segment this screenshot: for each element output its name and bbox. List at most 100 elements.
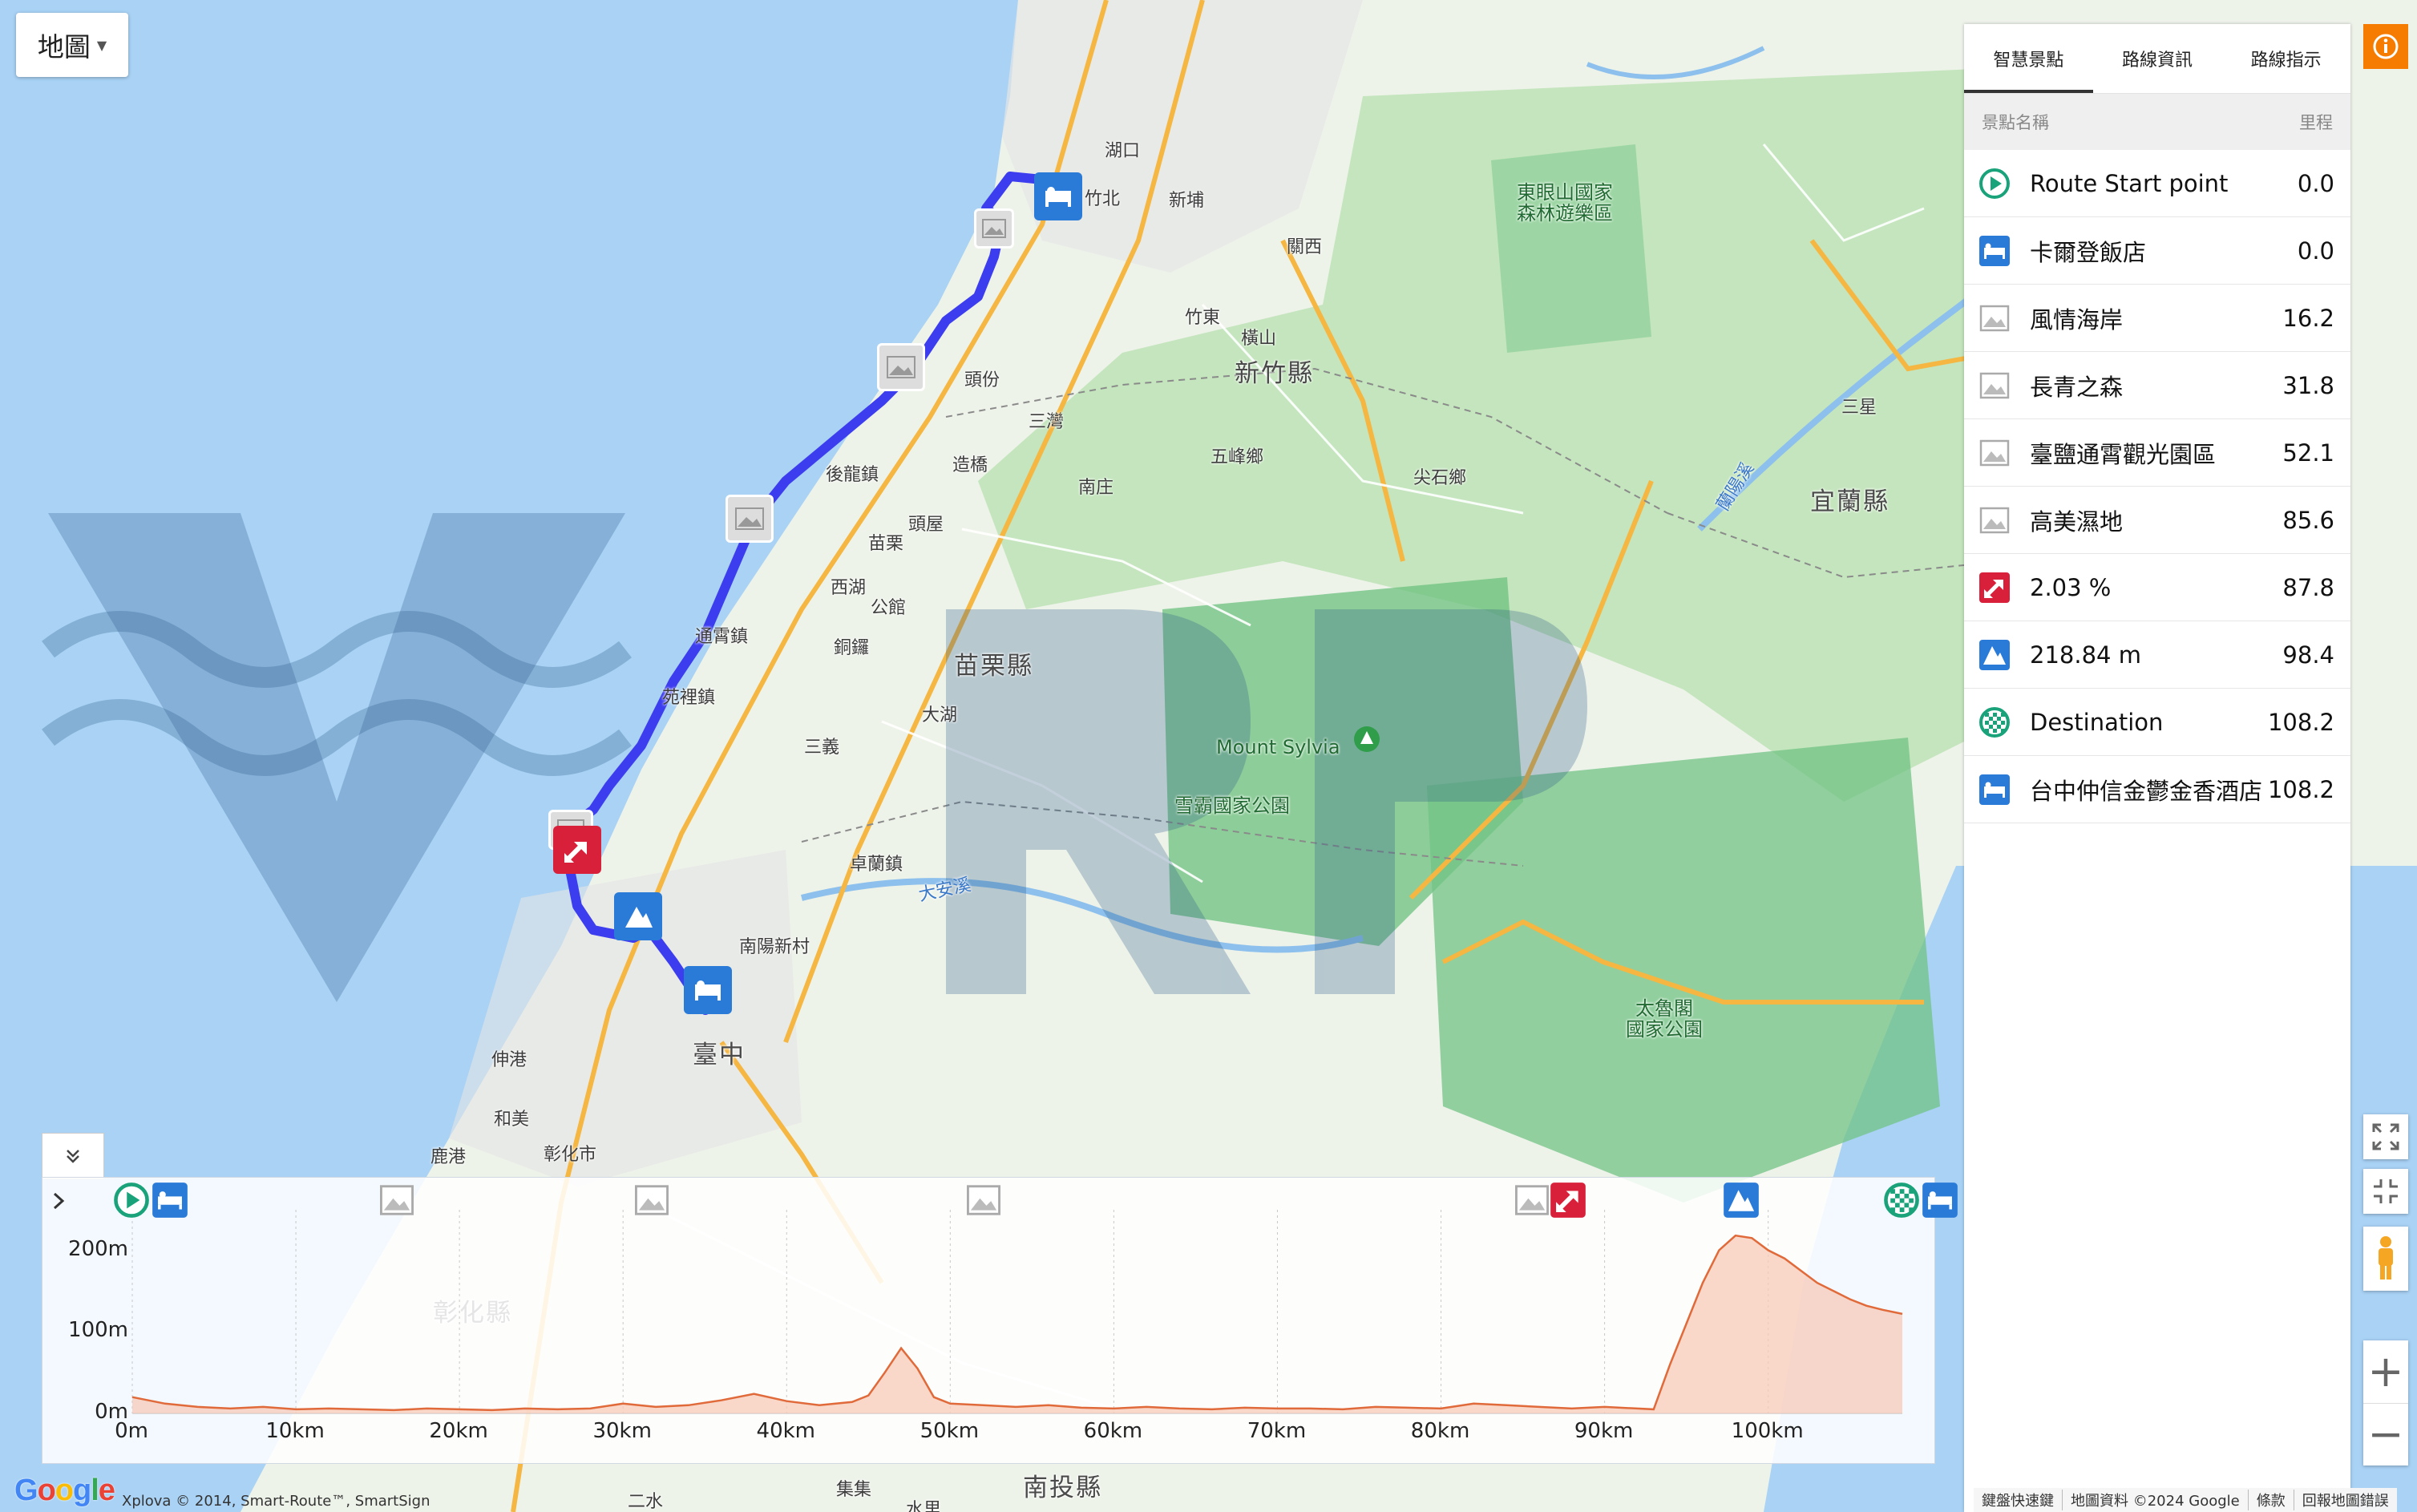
map-peak-marker[interactable]	[614, 892, 662, 940]
map-grade-marker[interactable]	[553, 826, 601, 874]
exit-fullscreen-button[interactable]	[2363, 1169, 2408, 1214]
xplova-credit: Xplova © 2014, Smart-Route™, SmartSign	[122, 1493, 430, 1510]
poi-row[interactable]: 卡爾登飯店 0.0	[1964, 217, 2350, 285]
poi-name: 218.84 m	[2030, 641, 2141, 669]
poi-row[interactable]: Destination 108.2	[1964, 689, 2350, 756]
destination-icon	[1978, 706, 2011, 738]
poi-row[interactable]: Route Start point 0.0	[1964, 150, 2350, 217]
poi-row[interactable]: 臺鹽通霄觀光園區 52.1	[1964, 419, 2350, 487]
poi-header-name: 景點名稱	[1982, 113, 2049, 132]
poi-name: 台中仲信金鬱金香酒店	[2030, 777, 2263, 805]
poi-name: Destination	[2030, 708, 2164, 736]
poi-name: 高美濕地	[2030, 507, 2124, 536]
tab-route-directions[interactable]: 路線指示	[2221, 24, 2350, 93]
x-tick-label: 70km	[1247, 1419, 1307, 1443]
poi-row[interactable]: 風情海岸 16.2	[1964, 285, 2350, 352]
elevation-hotel-icon[interactable]	[1922, 1182, 1958, 1219]
peak-icon	[1978, 639, 2011, 671]
info-button[interactable]	[2363, 24, 2408, 69]
hotel-icon	[1978, 774, 2011, 806]
tab-route-info[interactable]: 路線資訊	[2093, 24, 2222, 93]
report-error-link[interactable]: 回報地圖錯誤	[2293, 1490, 2397, 1510]
start-icon	[1978, 168, 2011, 200]
hotel-icon	[1978, 235, 2011, 267]
map-label: 南投縣	[1023, 1474, 1102, 1502]
map-label: 森林遊樂區	[1517, 202, 1613, 224]
y-tick-label: 100m	[68, 1318, 128, 1343]
map-type-label: 地圖	[37, 31, 91, 63]
map-label: 關西	[1287, 237, 1323, 257]
map-label: 公館	[871, 598, 907, 618]
map-label: 宜蘭縣	[1810, 487, 1890, 516]
poi-distance: 87.8	[2282, 573, 2334, 601]
keyboard-shortcuts-link[interactable]: 鍵盤快速鍵	[1974, 1490, 2062, 1510]
map-label: 集集	[836, 1480, 872, 1500]
x-tick-label: 20km	[429, 1419, 488, 1443]
map-label: 西湖	[831, 578, 867, 598]
expand-arrow-icon[interactable]	[51, 1191, 67, 1214]
map-label: 造橋	[952, 455, 988, 475]
x-tick-label: 10km	[265, 1419, 325, 1443]
zoom-out-button[interactable]: −	[2363, 1404, 2408, 1466]
map-label: 橫山	[1241, 329, 1277, 349]
map-label: 苗栗	[868, 534, 904, 554]
poi-distance: 31.8	[2282, 371, 2334, 399]
map-type-button[interactable]: 地圖 ▼	[16, 13, 128, 77]
poi-name: Route Start point	[2030, 169, 2229, 197]
fullscreen-icon	[2372, 1123, 2399, 1150]
map-hotel-marker-end[interactable]	[684, 966, 732, 1014]
map-label: 彰化市	[544, 1145, 597, 1165]
poi-row[interactable]: 高美濕地 85.6	[1964, 487, 2350, 554]
map-label: 二水	[628, 1492, 664, 1512]
double-chevron-down-icon	[67, 1150, 79, 1163]
x-tick-label: 90km	[1574, 1419, 1634, 1443]
elevation-photo-icon[interactable]	[1514, 1182, 1550, 1219]
street-view-pegman[interactable]	[2363, 1227, 2408, 1291]
grade-icon	[1978, 572, 2011, 604]
google-logo[interactable]: Google	[14, 1474, 115, 1508]
elevation-destination-icon[interactable]	[1883, 1182, 1920, 1219]
map-label: 新竹縣	[1235, 359, 1314, 388]
tab-smart-poi[interactable]: 智慧景點	[1964, 24, 2093, 93]
poi-row[interactable]: 218.84 m 98.4	[1964, 621, 2350, 689]
elevation-start-icon[interactable]	[113, 1182, 150, 1219]
elevation-chart	[131, 1210, 1903, 1414]
poi-row[interactable]: 2.03 % 87.8	[1964, 554, 2350, 621]
elevation-photo-icon[interactable]	[965, 1182, 1002, 1219]
elevation-photo-icon[interactable]	[633, 1182, 670, 1219]
elevation-line	[131, 1234, 1903, 1412]
map-label: 和美	[494, 1110, 530, 1130]
elevation-profile-panel[interactable]	[42, 1177, 1935, 1464]
collapse-elevation-button[interactable]	[42, 1133, 104, 1179]
poi-row[interactable]: 長青之森 31.8	[1964, 352, 2350, 419]
poi-name: 卡爾登飯店	[2030, 238, 2147, 266]
elevation-photo-icon[interactable]	[378, 1182, 415, 1219]
map-hotel-marker-start[interactable]	[1034, 172, 1082, 220]
chevron-down-icon: ▼	[96, 37, 107, 53]
map-credits: 鍵盤快速鍵 地圖資料 ©2024 Google 條款 回報地圖錯誤	[1974, 1488, 2397, 1512]
map-photo-marker-3[interactable]	[726, 495, 774, 543]
poi-distance: 108.2	[2267, 775, 2334, 803]
fullscreen-button[interactable]	[2363, 1114, 2408, 1159]
zoom-in-button[interactable]: +	[2363, 1340, 2408, 1404]
elevation-hotel-icon[interactable]	[152, 1182, 188, 1219]
info-icon	[2373, 34, 2399, 59]
map-label: 大湖	[922, 705, 958, 726]
map-label: 湖口	[1105, 141, 1141, 161]
x-tick-label: 50km	[920, 1419, 980, 1443]
minus-icon: −	[2367, 1409, 2404, 1460]
map-label: 通霄鎮	[695, 627, 749, 647]
poi-row[interactable]: 台中仲信金鬱金香酒店 108.2	[1964, 756, 2350, 823]
pegman-icon	[2379, 1236, 2393, 1280]
map-photo-marker-1[interactable]	[974, 208, 1014, 249]
map-data-credit: 地圖資料 ©2024 Google	[2062, 1490, 2248, 1510]
elevation-peak-icon[interactable]	[1723, 1182, 1760, 1219]
map-label: 三星	[1841, 398, 1877, 418]
elevation-grade-icon[interactable]	[1550, 1182, 1586, 1219]
map-photo-marker-2[interactable]	[877, 343, 925, 391]
terms-link[interactable]: 條款	[2247, 1490, 2294, 1510]
x-tick-label: 60km	[1083, 1419, 1143, 1443]
map-label: 竹北	[1085, 189, 1121, 209]
map-label: 伸港	[491, 1050, 527, 1070]
poi-distance: 85.6	[2282, 506, 2334, 534]
